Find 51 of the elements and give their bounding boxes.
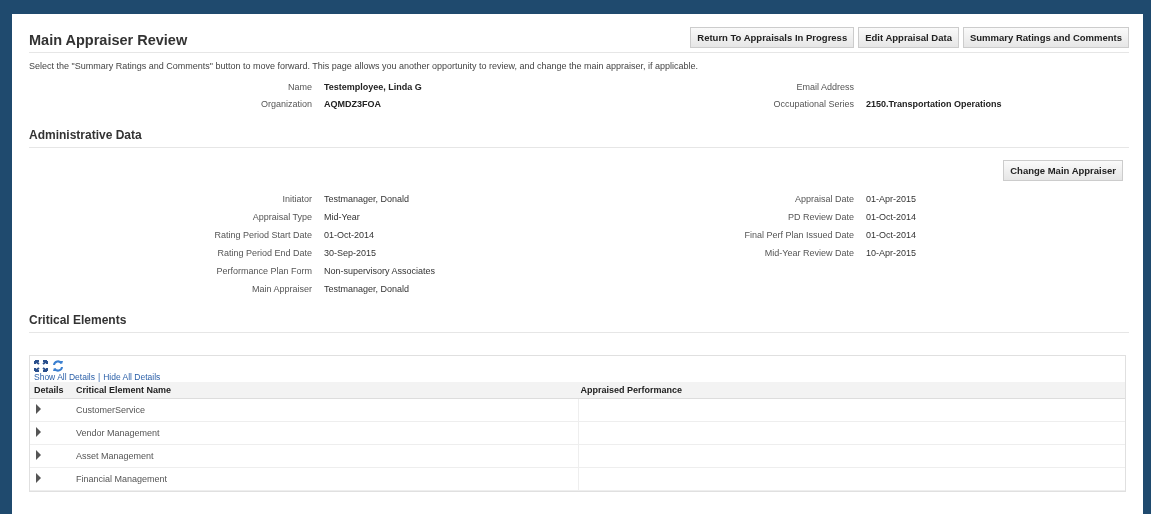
section-heading: Critical Elements — [29, 313, 1129, 333]
column-header: Details — [30, 382, 74, 399]
page-title: Main Appraiser Review — [29, 31, 188, 48]
show-details-link[interactable]: Show All Details — [34, 372, 95, 382]
action-button[interactable]: Edit Appraisal Data — [858, 27, 959, 48]
section-heading: Administrative Data — [29, 128, 1129, 148]
hide-details-link[interactable]: Hide All Details — [103, 372, 161, 382]
field-value: 01-Oct-2014 — [324, 230, 376, 240]
table-cell: Financial Management — [74, 467, 579, 491]
field-value: AQMDZ3FOA — [324, 99, 382, 109]
table-cell: Asset Management — [74, 444, 579, 468]
column-header: Critical Element Name — [74, 382, 579, 399]
expand-arrow-icon[interactable] — [34, 473, 42, 483]
change-appraiser-button[interactable]: Change Main Appraiser — [1003, 160, 1123, 181]
field-label: Appraisal Type — [251, 212, 312, 222]
field-label: Rating Period Start Date — [213, 230, 312, 240]
instruction-text: Select the "Summary Ratings and Comments" button to move forward. This page allows you another opportunity to review, and change the main appraiser, if applicable. — [29, 61, 700, 71]
column-header: Appraised Performance — [578, 382, 1125, 399]
field-label: PD Review Date — [786, 212, 854, 222]
action-button[interactable]: Return To Appraisals In Progress — [690, 27, 855, 48]
expand-arrow-icon[interactable] — [34, 427, 42, 437]
field-value: 10-Apr-2015 — [866, 248, 918, 258]
field-label: Final Perf Plan Issued Date — [743, 230, 854, 240]
field-value: 01-Oct-2014 — [866, 212, 918, 222]
field-label: Mid-Year Review Date — [763, 248, 854, 258]
field-label: Email Address — [795, 82, 854, 92]
field-value: Testmanager, Donald — [324, 284, 411, 294]
field-value: 30-Sep-2015 — [324, 248, 378, 258]
field-value: Non-supervisory Associates — [324, 266, 437, 276]
field-value: Mid-Year — [324, 212, 361, 222]
table-cell: CustomerService — [74, 398, 579, 422]
field-value: 01-Oct-2014 — [866, 230, 918, 240]
field-label: Organization — [259, 99, 312, 109]
refresh-icon[interactable] — [52, 360, 64, 372]
field-label: Name — [287, 82, 312, 92]
link-separator: | — [97, 372, 101, 382]
field-value: 2150.Transportation Operations — [866, 99, 1003, 109]
field-label: Rating Period End Date — [216, 248, 312, 258]
action-button[interactable]: Summary Ratings and Comments — [962, 27, 1129, 48]
field-label: Occupational Series — [772, 99, 854, 109]
expand-icon[interactable] — [34, 360, 48, 372]
field-label: Appraisal Date — [793, 194, 854, 204]
field-label: Initiator — [281, 194, 312, 204]
field-label: Main Appraiser — [250, 284, 312, 294]
expand-arrow-icon[interactable] — [34, 450, 42, 460]
expand-arrow-icon[interactable] — [34, 404, 42, 414]
field-label: Performance Plan Form — [215, 266, 312, 276]
field-value: Testemployee, Linda G — [324, 82, 423, 92]
field-value: Testmanager, Donald — [324, 194, 411, 204]
table-cell: Vendor Management — [74, 421, 579, 445]
field-value: 01-Apr-2015 — [866, 194, 918, 204]
